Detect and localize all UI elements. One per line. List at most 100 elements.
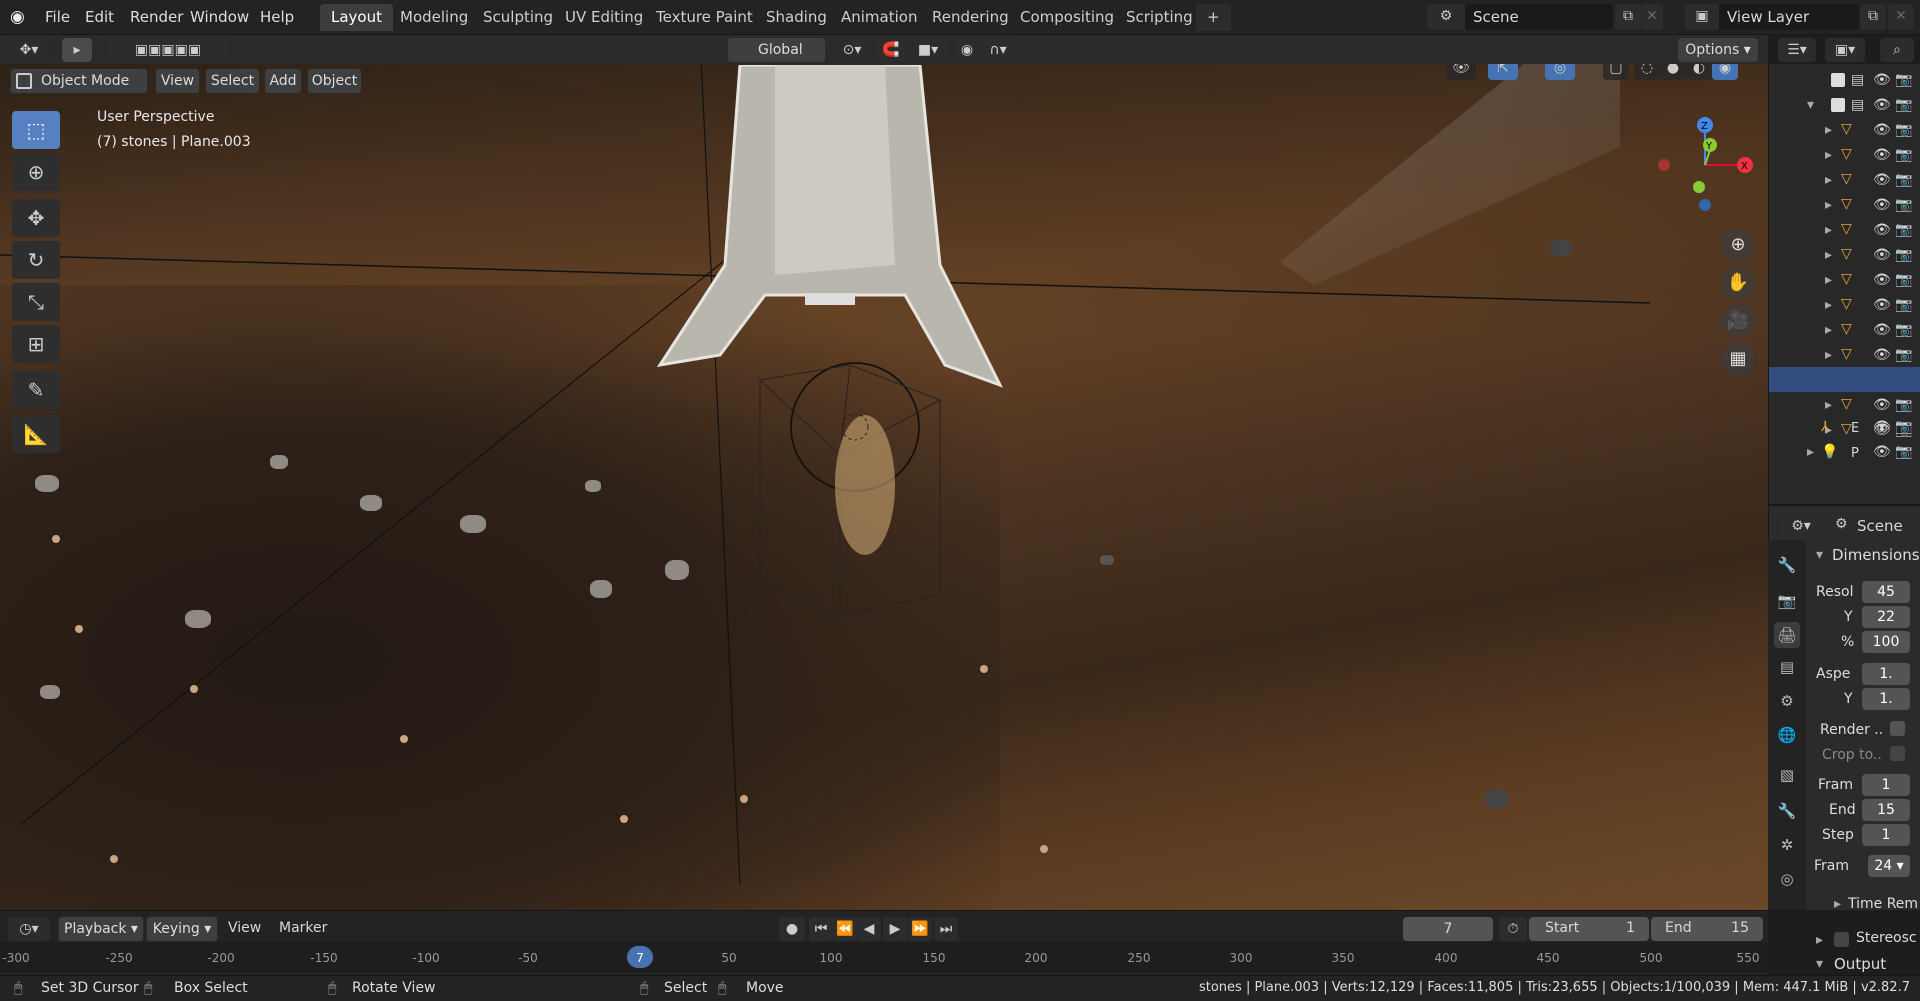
particles-tab-icon[interactable]: ✲ [1774,832,1800,858]
outliner-editor-type-icon[interactable]: ☰▾ [1778,38,1816,62]
outliner-row[interactable]: ▸ ▽ 👁📷 [1769,145,1920,170]
eye-icon[interactable]: 👁 [1873,297,1891,313]
frame-start-field[interactable]: 1 [1862,774,1910,796]
menu-edit[interactable]: Edit [79,6,120,28]
eye-icon[interactable]: 👁 [1873,97,1891,113]
expand-icon[interactable]: ▸ [1825,122,1832,138]
tab-scripting[interactable]: Scripting [1115,4,1204,31]
record-icon[interactable]: ● [779,917,805,941]
timeline-view-menu[interactable]: View [228,920,261,936]
menu-select[interactable]: Select [205,68,260,94]
display-mode-icon[interactable]: ▣▾ [1825,38,1865,62]
render-region-checkbox[interactable] [1890,721,1905,736]
eye-icon[interactable]: 👁 [1873,347,1891,363]
scene-browse-icon[interactable]: ⚙ [1427,4,1465,30]
eye-icon[interactable]: 👁 [1873,444,1891,460]
scene-new-icon[interactable]: ⧉ [1615,4,1641,30]
transform-tool-icon[interactable]: ⊞ [12,325,60,363]
output-expand-icon[interactable]: ▾ [1816,956,1823,972]
rotate-tool-icon[interactable]: ↻ [12,241,60,279]
time-remap-panel-title[interactable]: Time Rem [1848,896,1918,912]
camera-icon[interactable]: 📷 [1895,397,1912,413]
prev-keyframe-icon[interactable]: ⏪ [833,917,857,941]
dimensions-expand-icon[interactable]: ▾ [1816,547,1823,563]
scene-tab-icon[interactable]: ⚙ [1774,688,1800,714]
output-tab-icon[interactable]: 🖨 [1774,622,1800,648]
add-workspace-button[interactable]: + [1196,4,1231,31]
navigation-gizmo[interactable]: X Z Y [1650,110,1760,220]
outliner-row[interactable]: ▸ ▽ 👁📷 [1769,120,1920,145]
expand-icon[interactable]: ▸ [1825,347,1832,363]
tab-shading[interactable]: Shading [755,4,838,31]
view-layer-tab-icon[interactable]: ▤ [1774,654,1800,680]
expand-icon[interactable]: ▸ [1825,322,1832,338]
expand-icon[interactable]: ▸ [1825,147,1832,163]
gizmo-neg-y-icon[interactable] [1693,181,1705,193]
jump-start-icon[interactable]: ⏮ [809,917,833,941]
outliner-row[interactable]: ▸ ▽ 👁📷 [1769,170,1920,195]
stopwatch-icon[interactable]: ⏱ [1499,917,1527,941]
world-tab-icon[interactable]: 🌐 [1774,722,1800,748]
frame-step-field[interactable]: 1 [1862,824,1910,846]
tab-sculpting[interactable]: Sculpting [472,4,564,31]
eye-icon[interactable]: 👁 [1873,322,1891,338]
ortho-grid-icon[interactable]: ▦ [1721,342,1755,376]
eye-icon[interactable]: 👁 [1873,419,1891,435]
physics-tab-icon[interactable]: ◎ [1774,866,1800,892]
pan-hand-icon[interactable]: ✋ [1721,266,1755,300]
eye-icon[interactable]: 👁 [1873,197,1891,213]
view-layer-new-icon[interactable]: ⧉ [1860,4,1886,30]
playback-menu[interactable]: Playback ▾ [58,916,144,942]
pivot-point-icon[interactable]: ⊙▾ [832,38,872,62]
outliner-row[interactable]: ▸ ▽ 👁📷 [1769,220,1920,245]
menu-window[interactable]: Window [184,6,255,28]
object-tab-icon[interactable]: ▧ [1774,762,1800,788]
outliner-row-selected[interactable] [1769,367,1920,392]
end-frame-field[interactable]: End 15 [1651,917,1763,941]
frame-end-field[interactable]: 15 [1862,799,1910,821]
tab-layout[interactable]: Layout [320,4,393,31]
eye-icon[interactable]: 👁 [1873,272,1891,288]
select-box-tool-icon[interactable]: ⬚ [12,111,60,149]
camera-icon[interactable]: 📷 [1895,97,1912,113]
outliner-row[interactable]: ▤ 👁 📷 [1769,70,1920,95]
stereoscopy-expand-icon[interactable]: ▸ [1816,932,1823,948]
camera-view-icon[interactable]: 🎥 [1721,304,1755,338]
scene-close-icon[interactable]: ✕ [1641,4,1663,30]
menu-view[interactable]: View [155,68,200,94]
outliner-row[interactable]: ▸ ▽ 👁📷 [1769,195,1920,220]
camera-icon[interactable]: 📷 [1895,172,1912,188]
resolution-y-field[interactable]: 22 [1862,606,1910,628]
camera-icon[interactable]: 📷 [1895,272,1912,288]
aspect-x-field[interactable]: 1. [1862,663,1910,685]
dimensions-panel-title[interactable]: Dimensions [1832,546,1920,564]
menu-object[interactable]: Object [307,68,362,94]
properties-editor-type-icon[interactable]: ⚙▾ [1781,514,1821,538]
eye-icon[interactable]: 👁 [1873,172,1891,188]
render-tab-icon[interactable]: 📷 [1774,588,1800,614]
expand-icon[interactable]: ▸ [1825,197,1832,213]
gizmo-neg-z-icon[interactable] [1699,199,1711,211]
move-tool-icon[interactable]: ✥ [12,199,60,237]
tab-texture-paint[interactable]: Texture Paint [645,4,764,31]
outliner-row[interactable]: ▸ 💡 P 👁 📷 [1769,442,1920,467]
camera-icon[interactable]: 📷 [1895,322,1912,338]
current-frame-field[interactable]: 7 [1403,917,1493,941]
editor-type-icon[interactable]: ✥▾ [8,38,50,62]
3d-viewport[interactable]: Object Mode View Select Add Object User … [0,35,1768,910]
time-remap-expand-icon[interactable]: ▸ [1834,896,1841,912]
menu-render[interactable]: Render [124,6,189,28]
menu-add[interactable]: Add [264,68,302,94]
camera-icon[interactable]: 📷 [1895,197,1912,213]
snap-target-icon[interactable]: ■▾ [908,38,948,62]
eye-icon[interactable]: 👁 [1873,72,1891,88]
blender-logo-icon[interactable]: ◉ [10,7,32,27]
resolution-percent-field[interactable]: 100 [1862,631,1910,653]
tab-rendering[interactable]: Rendering [921,4,1020,31]
outliner-row[interactable]: ▾ ▤ 👁 📷 [1769,95,1920,120]
eye-icon[interactable]: 👁 [1873,247,1891,263]
outliner-row[interactable]: ▸ ▽ 👁📷 [1769,245,1920,270]
eye-icon[interactable]: 👁 [1873,222,1891,238]
play-icon[interactable]: ▶ [883,917,907,941]
timeline-marker-menu[interactable]: Marker [279,920,327,936]
